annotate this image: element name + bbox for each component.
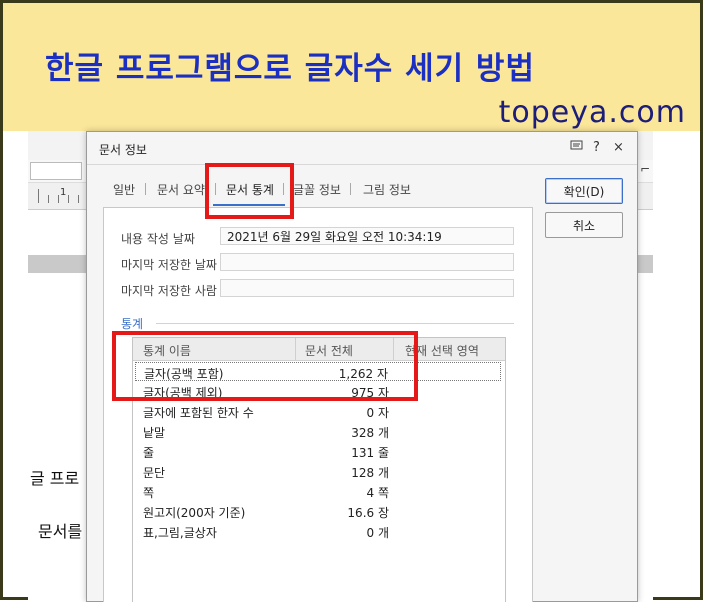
- stat-value: 4 쪽: [366, 486, 390, 500]
- tab-image-info[interactable]: 그림 정보: [363, 181, 411, 198]
- table-row[interactable]: 쪽 4 쪽: [135, 482, 501, 501]
- stat-name: 표,그림,글상자: [143, 526, 217, 540]
- table-row[interactable]: 줄 131 줄: [135, 442, 501, 461]
- last-saved-by-label: 마지막 저장한 사람: [121, 284, 217, 298]
- highlight-box-char-count: [112, 331, 418, 401]
- last-saved-date-label: 마지막 저장한 날짜: [121, 258, 217, 272]
- statistics-panel: 내용 작성 날짜 2021년 6월 29일 화요일 오전 10:34:19 마지…: [103, 207, 533, 602]
- stat-name: 원고지(200자 기준): [143, 506, 246, 520]
- document-text-line: 문서를: [38, 522, 83, 541]
- stat-value: 0 개: [366, 526, 390, 540]
- stat-value: 328 개: [351, 426, 389, 440]
- dialog-title: 문서 정보: [99, 143, 147, 157]
- stat-value: 0 자: [366, 406, 390, 420]
- tab-font-info[interactable]: 글꼴 정보: [293, 181, 341, 198]
- table-row[interactable]: 글자에 포함된 한자 수 0 자: [135, 402, 501, 421]
- close-icon[interactable]: ×: [613, 140, 624, 155]
- stat-name: 줄: [143, 446, 155, 460]
- stat-name: 문단: [143, 466, 166, 480]
- stat-name: 낱말: [143, 426, 166, 440]
- table-row[interactable]: 원고지(200자 기준) 16.6 장: [135, 502, 501, 521]
- stat-value: 16.6 장: [347, 506, 389, 520]
- stat-name: 쪽: [143, 486, 155, 500]
- last-saved-date-value: [220, 253, 514, 271]
- ok-button[interactable]: 확인(D): [545, 178, 623, 204]
- tab-summary[interactable]: 문서 요약: [157, 181, 205, 198]
- tab-general[interactable]: 일반: [113, 181, 135, 198]
- table-row[interactable]: 문단 128 개: [135, 462, 501, 481]
- banner-title: 한글 프로그램으로 글자수 세기 방법: [45, 51, 535, 87]
- created-date-label: 내용 작성 날짜: [121, 232, 195, 246]
- help-icon[interactable]: ?: [593, 140, 600, 155]
- dialog-titlebar[interactable]: 문서 정보 ? ×: [87, 132, 637, 165]
- created-date-value: 2021년 6월 29일 화요일 오전 10:34:19: [220, 227, 514, 245]
- banner-site: topeya.com: [498, 95, 686, 130]
- style-combo[interactable]: [30, 162, 82, 180]
- title-banner: 한글 프로그램으로 글자수 세기 방법 topeya.com: [3, 3, 700, 131]
- stat-value: 128 개: [351, 466, 389, 480]
- stat-name: 글자에 포함된 한자 수: [143, 406, 254, 420]
- cancel-button[interactable]: 취소: [545, 212, 623, 238]
- highlight-box-tab: [205, 163, 294, 219]
- section-divider: [156, 323, 514, 324]
- ruler-number: 1: [60, 187, 67, 198]
- last-saved-by-value: [220, 279, 514, 297]
- table-row[interactable]: 낱말 328 개: [135, 422, 501, 441]
- table-row[interactable]: 표,그림,글상자 0 개: [135, 522, 501, 541]
- document-text-line: 글 프로: [30, 469, 80, 488]
- stat-value: 131 줄: [351, 446, 389, 460]
- ruler-right-marker: ⌐: [640, 162, 651, 176]
- stats-section-label: 통계: [121, 317, 144, 331]
- comment-icon[interactable]: [570, 140, 583, 156]
